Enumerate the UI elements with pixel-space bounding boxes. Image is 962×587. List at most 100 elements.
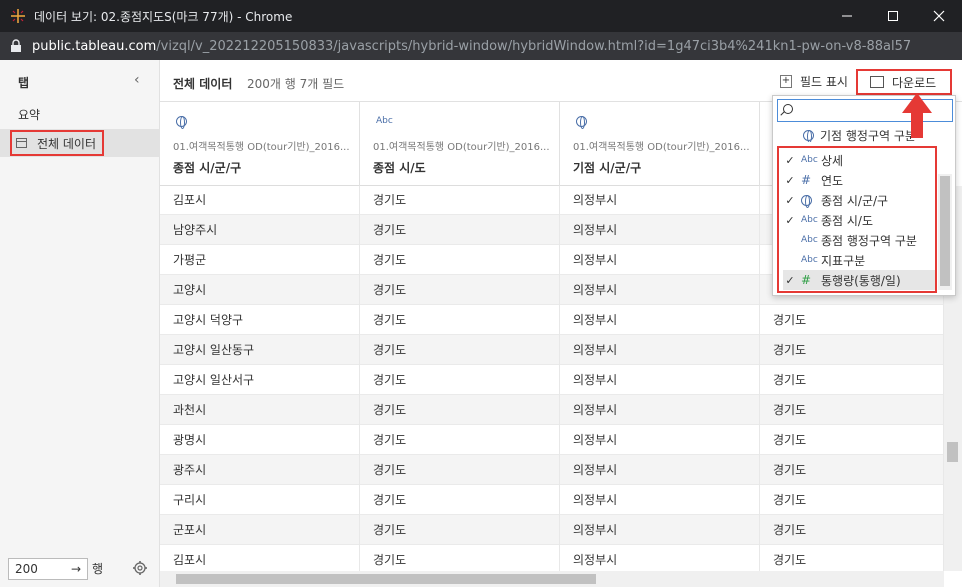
- column-header[interactable]: 01.여객목적통행 OD(tour기반)_2016... 기점 시/군/구: [560, 102, 760, 186]
- column-header[interactable]: 01.여객목적통행 OD(tour기반)_2016... 종점 시/군/구: [160, 102, 360, 186]
- field-option[interactable]: ✓ 종점 시/군/구: [783, 190, 935, 210]
- horizontal-scrollbar[interactable]: [160, 571, 944, 587]
- field-option[interactable]: ✓ Abc 상세: [783, 150, 935, 170]
- close-button[interactable]: [916, 0, 962, 32]
- check-icon[interactable]: ✓: [783, 274, 797, 287]
- rows-count-value: 200: [15, 562, 38, 576]
- table-cell: 의정부시: [560, 335, 760, 365]
- download-button[interactable]: 다운로드: [856, 69, 952, 95]
- table-cell: 경기도: [360, 455, 560, 485]
- table-cell: 의정부시: [560, 215, 760, 245]
- table-cell: 의정부시: [560, 365, 760, 395]
- field-option[interactable]: ✓ # 연도: [783, 170, 935, 190]
- table-row: 고양시 덕양구 경기도 의정부시 경기도: [160, 305, 944, 335]
- sidebar-header: 탭: [18, 76, 30, 90]
- abc-icon: Abc: [801, 155, 818, 165]
- table-row: 고양시 일산동구 경기도 의정부시 경기도: [160, 335, 944, 365]
- minimize-button[interactable]: [824, 0, 870, 32]
- field-option-label: 종점 행정구역 구분: [821, 233, 917, 248]
- table-cell: 의정부시: [560, 485, 760, 515]
- rows-label: 행: [92, 562, 104, 576]
- sidebar-item-summary[interactable]: 요약: [18, 106, 40, 123]
- table-cell: 경기도: [760, 425, 944, 455]
- field-option[interactable]: Abc 지표구분: [783, 250, 935, 270]
- collapse-sidebar-button[interactable]: ‹: [134, 72, 146, 88]
- table-cell: 고양시: [160, 275, 360, 305]
- scroll-thumb[interactable]: [176, 574, 596, 584]
- scroll-thumb[interactable]: [940, 176, 950, 286]
- abc-icon: Abc: [376, 116, 393, 126]
- gear-icon[interactable]: [132, 560, 148, 576]
- field-option[interactable]: Abc 종점 행정구역 구분: [783, 230, 935, 250]
- table-cell: 경기도: [360, 186, 560, 215]
- apply-arrow-icon[interactable]: →: [71, 562, 81, 576]
- table-cell: 경기도: [760, 305, 944, 335]
- table-cell: 경기도: [360, 245, 560, 275]
- field-option[interactable]: ✓ Abc 종점 시/도: [783, 210, 935, 230]
- field-option-label: 종점 시/도: [821, 213, 874, 228]
- table-cell: 경기도: [760, 515, 944, 545]
- table-cell: 경기도: [760, 455, 944, 485]
- field-picker-dropdown: 기점 행정구역 구분 ✓ Abc 상세 ✓ # 연도 ✓ 종점 시/군/구 ✓ Abc 종점 시/도…: [772, 95, 956, 296]
- maximize-button[interactable]: [870, 0, 916, 32]
- table-cell: 의정부시: [560, 275, 760, 305]
- abc-icon: Abc: [801, 255, 818, 265]
- lock-icon: [10, 39, 22, 53]
- table-cell: 군포시: [160, 515, 360, 545]
- table-row: 군포시 경기도 의정부시 경기도: [160, 515, 944, 545]
- url-text[interactable]: public.tableau.com/vizql/v_2022122051508…: [32, 39, 911, 54]
- table-cell: 경기도: [360, 485, 560, 515]
- page-title: 전체 데이터: [173, 77, 233, 91]
- check-icon[interactable]: ✓: [783, 194, 797, 207]
- table-cell: 경기도: [360, 365, 560, 395]
- dropdown-scrollbar[interactable]: [938, 174, 952, 290]
- table-cell: 의정부시: [560, 545, 760, 571]
- globe-icon: [576, 116, 587, 129]
- abc-icon: Abc: [801, 215, 818, 225]
- scroll-thumb[interactable]: [947, 442, 958, 462]
- table-cell: 고양시 일산서구: [160, 365, 360, 395]
- show-fields-label: 필드 표시: [800, 75, 848, 89]
- field-option[interactable]: ✓ # 통행량(통행/일): [783, 270, 935, 290]
- list-item[interactable]: 기점 행정구역 구분: [803, 128, 916, 142]
- table-cell: 과천시: [160, 395, 360, 425]
- table-cell: 김포시: [160, 545, 360, 571]
- table-row: 구리시 경기도 의정부시 경기도: [160, 485, 944, 515]
- table-row: 광명시 경기도 의정부시 경기도: [160, 425, 944, 455]
- field-options-highlight: ✓ Abc 상세 ✓ # 연도 ✓ 종점 시/군/구 ✓ Abc 종점 시/도 Abc 종점 행정구역 …: [777, 146, 937, 293]
- table-cell: 의정부시: [560, 186, 760, 215]
- window-titlebar: 데이터 보기: 02.종점지도S(마크 77개) - Chrome: [0, 0, 962, 32]
- annotation-arrow-icon: [902, 93, 932, 113]
- check-icon[interactable]: ✓: [783, 174, 797, 187]
- sidebar-item-full-data[interactable]: 전체 데이터: [0, 129, 160, 157]
- table-cell: 남양주시: [160, 215, 360, 245]
- rows-count-input[interactable]: 200 →: [8, 558, 88, 580]
- download-label: 다운로드: [892, 75, 937, 90]
- highlight-box: 전체 데이터: [10, 130, 105, 156]
- check-icon[interactable]: ✓: [783, 154, 797, 167]
- table-row: 과천시 경기도 의정부시 경기도: [160, 395, 944, 425]
- search-icon: [783, 104, 793, 114]
- column-source: 01.여객목적통행 OD(tour기반)_2016...: [173, 142, 350, 153]
- address-bar[interactable]: public.tableau.com/vizql/v_2022122051508…: [0, 32, 962, 60]
- table-cell: 의정부시: [560, 425, 760, 455]
- sidebar-item-label: 전체 데이터: [37, 136, 97, 151]
- table-cell: 구리시: [160, 485, 360, 515]
- table-cell: 경기도: [360, 305, 560, 335]
- column-header[interactable]: Abc 01.여객목적통행 OD(tour기반)_2016... 종점 시/도: [360, 102, 560, 186]
- sidebar: 탭 ‹ 요약 전체 데이터 200 → 행: [0, 60, 160, 587]
- field-option-label: 연도: [821, 173, 844, 188]
- column-source: 01.여객목적통행 OD(tour기반)_2016...: [573, 142, 750, 153]
- check-icon[interactable]: ✓: [783, 214, 797, 227]
- table-cell: 경기도: [760, 545, 944, 571]
- table-cell: 광명시: [160, 425, 360, 455]
- globe-icon: [801, 194, 819, 208]
- table-row: 광주시 경기도 의정부시 경기도: [160, 455, 944, 485]
- abc-icon: Abc: [801, 235, 818, 245]
- field-option-label: 기점 행정구역 구분: [820, 128, 916, 143]
- show-fields-button[interactable]: + 필드 표시: [780, 73, 848, 90]
- field-option-label: 지표구분: [821, 253, 866, 268]
- table-cell: 경기도: [360, 275, 560, 305]
- table-cell: 경기도: [360, 515, 560, 545]
- table-row: 고양시 일산서구 경기도 의정부시 경기도: [160, 365, 944, 395]
